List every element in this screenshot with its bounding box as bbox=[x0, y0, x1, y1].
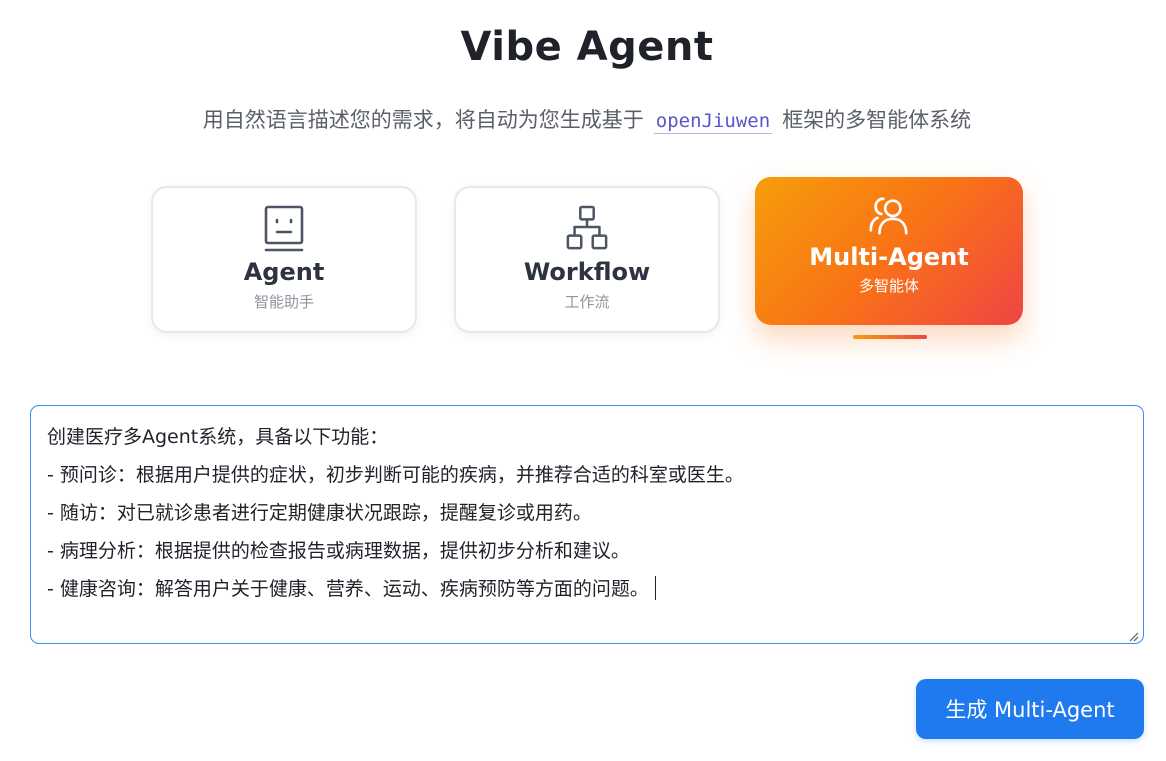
vibe-agent-page: Vibe Agent 用自然语言描述您的需求，将自动为您生成基于 openJiuw… bbox=[0, 0, 1166, 761]
page-title: Vibe Agent bbox=[460, 24, 714, 70]
subtitle-text-after: 框架的多智能体系统 bbox=[782, 108, 972, 132]
mode-card-agent[interactable]: Agent 智能助手 bbox=[151, 186, 417, 333]
editor-line-text: - 健康咨询：解答用户关于健康、营养、运动、疾病预防等方面的问题。 bbox=[47, 578, 649, 600]
resize-handle-icon[interactable] bbox=[1127, 627, 1139, 642]
editor-line: 创建医疗多Agent系统，具备以下功能： bbox=[47, 426, 389, 448]
requirement-textarea[interactable]: 创建医疗多Agent系统，具备以下功能： - 预问诊：根据用户提供的症状，初步判… bbox=[30, 405, 1144, 644]
mode-card-multi-agent-desc: 多智能体 bbox=[858, 277, 919, 295]
text-caret bbox=[654, 576, 657, 600]
generate-button[interactable]: 生成 Multi-Agent bbox=[916, 679, 1144, 739]
robot-face-icon bbox=[262, 202, 306, 254]
mode-card-workflow-desc: 工作流 bbox=[564, 293, 610, 311]
mode-card-multi-agent-name: Multi-Agent bbox=[809, 243, 969, 271]
workflow-tree-icon bbox=[565, 202, 609, 254]
subtitle-text-before: 用自然语言描述您的需求，将自动为您生成基于 bbox=[202, 108, 644, 132]
editor-line: - 随访：对已就诊患者进行定期健康状况跟踪，提醒复诊或用药。 bbox=[47, 502, 592, 524]
framework-name: openJiuwen bbox=[653, 110, 773, 134]
mode-card-workflow-name: Workflow bbox=[523, 258, 651, 286]
mode-card-agent-desc: 智能助手 bbox=[253, 293, 314, 311]
page-subtitle: 用自然语言描述您的需求，将自动为您生成基于 openJiuwen 框架的多智能体系统 bbox=[0, 104, 1166, 134]
editor-line: - 病理分析：根据提供的检查报告或病理数据，提供初步分析和建议。 bbox=[47, 540, 630, 562]
mode-card-multi-agent[interactable]: Multi-Agent 多智能体 bbox=[755, 177, 1023, 325]
mode-card-agent-name: Agent bbox=[243, 258, 325, 286]
selected-mode-indicator bbox=[853, 335, 927, 339]
users-icon bbox=[867, 191, 911, 239]
mode-card-workflow[interactable]: Workflow 工作流 bbox=[454, 186, 720, 333]
editor-line-last: - 健康咨询：解答用户关于健康、营养、运动、疾病预防等方面的问题。 bbox=[47, 570, 1127, 608]
editor-line: - 预问诊：根据用户提供的症状，初步判断可能的疾病，并推荐合适的科室或医生。 bbox=[47, 464, 744, 486]
